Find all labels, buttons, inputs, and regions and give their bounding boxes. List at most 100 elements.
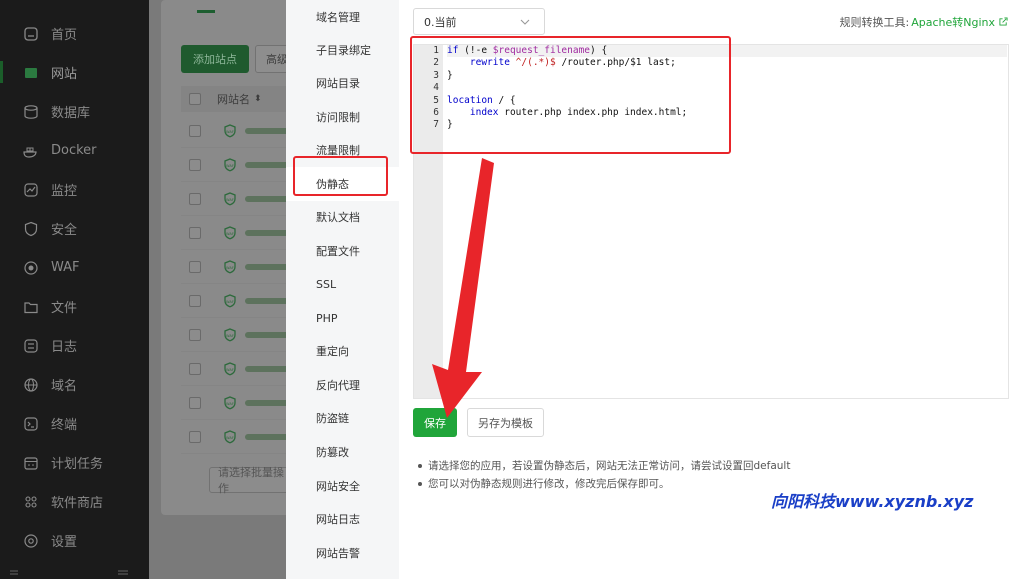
- table-row[interactable]: WAF: [181, 352, 286, 386]
- settings-menu-item[interactable]: 反向代理: [286, 368, 399, 402]
- collapse-icon: [118, 570, 128, 575]
- settings-menu-item[interactable]: 重定向: [286, 334, 399, 368]
- settings-menu-item[interactable]: 默认文档: [286, 200, 399, 234]
- settings-menu-item[interactable]: 网站日志: [286, 502, 399, 536]
- table-row[interactable]: WAF: [181, 148, 286, 182]
- column-site-name[interactable]: 网站名: [217, 91, 250, 107]
- waf-shield-icon: WAF: [224, 259, 236, 273]
- settings-icon: [23, 533, 39, 549]
- settings-menu-item[interactable]: 配置文件: [286, 234, 399, 268]
- site-name-blurred[interactable]: [245, 263, 286, 270]
- batch-select[interactable]: 请选择批量操作: [209, 466, 286, 495]
- nav-item-docker[interactable]: Docker: [0, 131, 149, 170]
- link-icon[interactable]: [999, 16, 1008, 29]
- site-list-background: 添加站点 高级 网站名 ⬍ WAF WAF WAF WAF WAF WAF WAF WAF WA…: [149, 0, 286, 579]
- site-name-blurred[interactable]: [245, 161, 286, 168]
- apache-to-nginx-link[interactable]: Apache转Nginx: [911, 14, 995, 30]
- waf-badge-text: WAF: [226, 300, 234, 304]
- calendar-icon: [23, 455, 39, 471]
- site-name-blurred[interactable]: [245, 399, 286, 406]
- nav-item-settings[interactable]: 设置: [0, 521, 149, 560]
- settings-menu-item[interactable]: 域名管理: [286, 0, 399, 34]
- nav-item-database[interactable]: 数据库: [0, 92, 149, 131]
- nav-label: 安全: [51, 223, 78, 238]
- settings-menu-item[interactable]: 网站目录: [286, 66, 399, 100]
- table-row[interactable]: WAF: [181, 318, 286, 352]
- tab-underline: [197, 10, 215, 13]
- tip-item: 您可以对伪静态规则进行修改，修改完后保存即可。: [418, 476, 670, 491]
- nav-item-domain[interactable]: 域名: [0, 365, 149, 404]
- nav-label: 软件商店: [51, 496, 104, 511]
- tip-item: 请选择您的应用，若设置伪静态后，网站无法正常访问，请尝试设置回default: [418, 458, 790, 473]
- waf-badge-text: WAF: [226, 266, 234, 270]
- table-row[interactable]: WAF: [181, 216, 286, 250]
- site-name-blurred[interactable]: [245, 127, 286, 134]
- site-name-blurred[interactable]: [245, 297, 286, 304]
- waf-badge-text: WAF: [226, 402, 234, 406]
- table-row[interactable]: WAF: [181, 250, 286, 284]
- settings-menu-item[interactable]: SSL: [286, 267, 399, 301]
- table-row[interactable]: WAF: [181, 182, 286, 216]
- settings-menu-item[interactable]: PHP: [286, 301, 399, 335]
- row-checkbox[interactable]: [189, 294, 201, 307]
- table-row[interactable]: WAF: [181, 386, 286, 420]
- code-highlight-box: [410, 36, 731, 154]
- nav-label: 文件: [51, 301, 78, 316]
- settings-menu-item[interactable]: 防盗链: [286, 401, 399, 435]
- save-button[interactable]: 保存: [413, 408, 457, 437]
- version-select[interactable]: 0.当前: [413, 8, 545, 35]
- row-checkbox[interactable]: [189, 362, 201, 375]
- settings-menu-item[interactable]: 子目录绑定: [286, 33, 399, 67]
- grid-icon: [23, 494, 39, 510]
- row-checkbox[interactable]: [189, 226, 201, 239]
- nav-item-security[interactable]: 安全: [0, 209, 149, 248]
- waf-shield-icon: WAF: [224, 225, 236, 239]
- table-row[interactable]: WAF: [181, 420, 286, 454]
- nav-item-home[interactable]: 首页: [0, 14, 149, 53]
- nav-item-logs[interactable]: 日志: [0, 326, 149, 365]
- settings-menu-item[interactable]: 网站告警: [286, 536, 399, 570]
- nav-item-terminal[interactable]: 终端: [0, 404, 149, 443]
- row-checkbox[interactable]: [189, 328, 201, 341]
- active-indicator: [0, 61, 3, 83]
- row-checkbox[interactable]: [189, 430, 201, 443]
- add-site-button[interactable]: 添加站点: [181, 45, 249, 73]
- nav-item-waf[interactable]: WAF: [0, 248, 149, 287]
- sort-icon[interactable]: ⬍: [254, 94, 262, 104]
- nav-item-monitor[interactable]: 监控: [0, 170, 149, 209]
- waf-shield-icon: WAF: [224, 157, 236, 171]
- menu-highlight-box: [293, 156, 388, 196]
- row-checkbox[interactable]: [189, 396, 201, 409]
- settings-menu-item[interactable]: 其他设置: [286, 568, 399, 579]
- bullet: [418, 481, 422, 486]
- site-name-blurred[interactable]: [245, 229, 286, 236]
- waf-shield-icon: WAF: [224, 361, 236, 375]
- advanced-button[interactable]: 高级: [255, 45, 286, 73]
- row-checkbox[interactable]: [189, 158, 201, 171]
- nav-item-files[interactable]: 文件: [0, 287, 149, 326]
- nav-item-cron[interactable]: 计划任务: [0, 443, 149, 482]
- table-row[interactable]: WAF: [181, 114, 286, 148]
- sidebar: 首页 网站 数据库 Docker 监控 安全 WAF 文件 日志 域名 终端 计…: [0, 0, 149, 579]
- globe-icon: [23, 377, 39, 393]
- site-name-blurred[interactable]: [245, 433, 286, 440]
- site-name-blurred[interactable]: [245, 195, 286, 202]
- nav-item-website[interactable]: 网站: [0, 53, 149, 92]
- settings-menu-item[interactable]: 防篡改: [286, 435, 399, 469]
- table-row[interactable]: WAF: [181, 284, 286, 318]
- site-name-blurred[interactable]: [245, 365, 286, 372]
- row-checkbox[interactable]: [189, 260, 201, 273]
- row-checkbox[interactable]: [189, 192, 201, 205]
- save-as-template-button[interactable]: 另存为模板: [467, 408, 544, 437]
- sidebar-footer: [0, 561, 149, 579]
- settings-menu-item[interactable]: 网站安全: [286, 469, 399, 503]
- waf-badge-text: WAF: [226, 368, 234, 372]
- nav-label: 设置: [51, 535, 78, 550]
- settings-menu-item[interactable]: 访问限制: [286, 100, 399, 134]
- select-all-checkbox[interactable]: [189, 93, 201, 105]
- row-checkbox[interactable]: [189, 124, 201, 137]
- nav-label: 域名: [51, 379, 78, 394]
- nav-item-store[interactable]: 软件商店: [0, 482, 149, 521]
- nav-label: 数据库: [51, 106, 91, 121]
- site-name-blurred[interactable]: [245, 331, 286, 338]
